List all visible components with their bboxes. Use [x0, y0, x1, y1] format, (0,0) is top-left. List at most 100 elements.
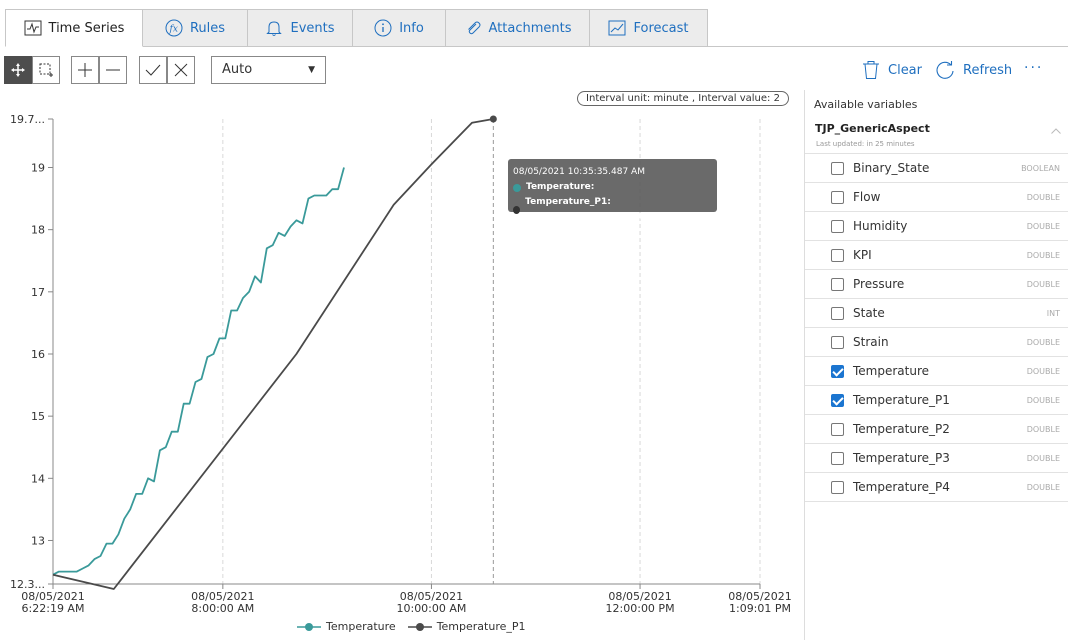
variable-row[interactable]: State INT [805, 299, 1068, 328]
variable-row[interactable]: Temperature_P1 DOUBLE [805, 386, 1068, 415]
tab-label: Attachments [488, 20, 572, 36]
refresh-button[interactable]: Refresh [935, 60, 1012, 80]
tab-bar: Time Series fx Rules Events Info Attachm… [5, 9, 708, 47]
variable-type: DOUBLE [1026, 453, 1060, 463]
variable-row[interactable]: Strain DOUBLE [805, 328, 1068, 357]
x-tick-label-time: 12:00:00 PM [606, 602, 675, 615]
series-line-temperature-p1 [52, 118, 494, 590]
pan-tool-button[interactable] [4, 56, 32, 84]
y-tick-label: 16 [31, 348, 45, 361]
cancel-button[interactable] [167, 56, 195, 84]
tab-label: Time Series [48, 20, 125, 36]
variable-checkbox[interactable] [831, 277, 844, 291]
variable-checkbox[interactable] [831, 393, 844, 407]
variable-row[interactable]: Temperature_P4 DOUBLE [805, 473, 1068, 502]
variable-row[interactable]: Pressure DOUBLE [805, 270, 1068, 299]
tab-label: Rules [189, 20, 226, 36]
variable-row[interactable]: Flow DOUBLE [805, 183, 1068, 212]
variable-name: Humidity [853, 219, 908, 233]
aggregation-value: Auto [222, 62, 253, 77]
chevron-up-icon[interactable] [1051, 128, 1061, 134]
legend-label: Temperature [326, 620, 396, 633]
variable-type: DOUBLE [1026, 279, 1060, 289]
variable-type: DOUBLE [1026, 395, 1060, 405]
variable-checkbox[interactable] [831, 190, 844, 204]
zoom-in-button[interactable] [71, 56, 99, 84]
variable-name: Temperature [853, 364, 930, 378]
svg-text:fx: fx [168, 25, 177, 35]
pulse-chart-icon [24, 20, 42, 36]
function-icon: fx [165, 19, 183, 37]
variable-row[interactable]: Binary_State BOOLEAN [805, 154, 1068, 183]
variable-name: Temperature_P1 [853, 393, 950, 407]
variable-name: State [853, 306, 885, 320]
checkmark-icon [145, 64, 161, 76]
variable-checkbox[interactable] [831, 480, 844, 494]
aggregation-select[interactable]: Auto ▼ [211, 56, 326, 84]
clear-button[interactable]: Clear [862, 60, 922, 80]
x-tick-label-time: 6:22:19 AM [22, 602, 85, 615]
zoom-out-button[interactable] [99, 56, 127, 84]
variable-checkbox[interactable] [831, 335, 844, 349]
variable-name: Temperature_P4 [853, 480, 950, 494]
info-icon [374, 19, 392, 37]
tab-rules[interactable]: fx Rules [143, 9, 248, 47]
variable-row[interactable]: Temperature_P2 DOUBLE [805, 415, 1068, 444]
variable-row[interactable]: Temperature_P3 DOUBLE [805, 444, 1068, 473]
tab-forecast[interactable]: Forecast [590, 9, 708, 47]
aspect-name[interactable]: TJP_GenericAspect [815, 122, 930, 135]
tooltip-row-text: Temperature: [526, 182, 595, 192]
legend-item-temperature[interactable]: Temperature [297, 620, 396, 633]
tab-label: Info [399, 20, 424, 36]
x-tick-label-time: 8:00:00 AM [191, 602, 254, 615]
variable-name: KPI [853, 248, 872, 262]
variable-checkbox[interactable] [831, 219, 844, 233]
y-tick-label: 15 [31, 410, 45, 423]
trend-chart-icon [608, 20, 626, 36]
variable-type: DOUBLE [1026, 192, 1060, 202]
variable-checkbox[interactable] [831, 161, 844, 175]
variable-type: DOUBLE [1026, 482, 1060, 492]
variable-checkbox[interactable] [831, 422, 844, 436]
variable-name: Flow [853, 190, 881, 204]
variable-row[interactable]: Temperature DOUBLE [805, 357, 1068, 386]
variable-checkbox[interactable] [831, 248, 844, 262]
variable-type: DOUBLE [1026, 424, 1060, 434]
legend-item-temperature-p1[interactable]: Temperature_P1 [407, 620, 526, 633]
paperclip-icon [467, 21, 480, 35]
variable-type: INT [1046, 308, 1060, 318]
variable-row[interactable]: KPI DOUBLE [805, 241, 1068, 270]
variable-checkbox[interactable] [831, 364, 844, 378]
legend-marker [297, 622, 321, 631]
plus-icon [78, 63, 92, 77]
y-tick-label: 17 [31, 286, 45, 299]
refresh-label: Refresh [963, 62, 1013, 78]
trash-icon [863, 61, 879, 79]
tab-info[interactable]: Info [353, 9, 446, 47]
move-arrows-icon [11, 63, 25, 77]
variable-checkbox[interactable] [831, 306, 844, 320]
variable-name: Pressure [853, 277, 905, 291]
tab-divider [708, 46, 1068, 47]
apply-button[interactable] [139, 56, 167, 84]
x-tick-label-time: 10:00:00 AM [396, 602, 466, 615]
tab-events[interactable]: Events [248, 9, 353, 47]
interval-badge: Interval unit: minute , Interval value: … [577, 91, 789, 106]
more-options-button[interactable]: ··· [1024, 60, 1043, 76]
variable-row[interactable]: Humidity DOUBLE [805, 212, 1068, 241]
tooltip-row-temperature-p1: Temperature_P1: 19.782220030032093 C [513, 195, 712, 225]
tooltip-row-temperature: Temperature: [513, 180, 712, 195]
bell-icon [266, 21, 283, 36]
hover-point [489, 115, 497, 123]
refresh-icon [936, 61, 954, 79]
aspect-updated: Last updated: in 25 minutes [816, 140, 915, 148]
tab-attachments[interactable]: Attachments [446, 9, 590, 47]
y-tick-label: 18 [31, 224, 45, 237]
select-region-button[interactable] [32, 56, 60, 84]
tab-time-series[interactable]: Time Series [5, 9, 143, 47]
variable-name: Temperature_P2 [853, 422, 950, 436]
variable-checkbox[interactable] [831, 451, 844, 465]
variable-type: DOUBLE [1026, 366, 1060, 376]
variable-type: DOUBLE [1026, 337, 1060, 347]
variables-panel: Available variables TJP_GenericAspect La… [804, 90, 1068, 640]
